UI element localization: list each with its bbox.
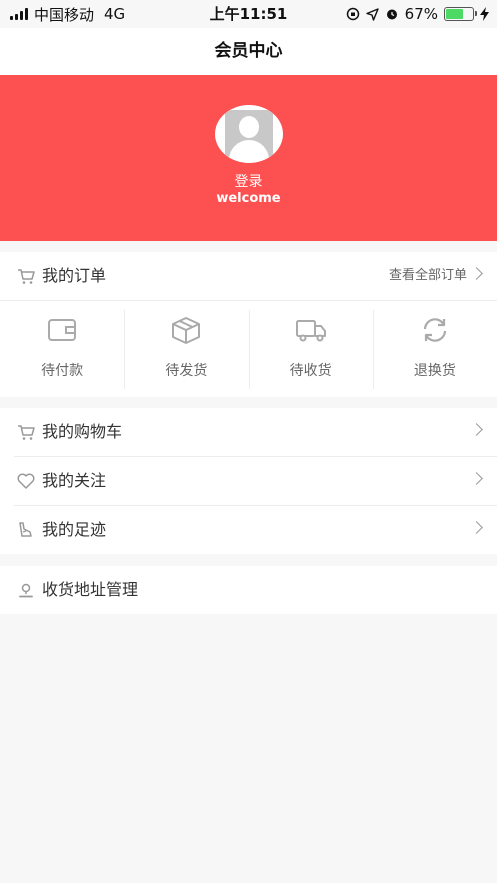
menu-item-follow[interactable]: 我的关注 — [0, 457, 497, 505]
order-status-pending-shipment[interactable]: 待发货 — [124, 302, 248, 397]
welcome-text: welcome — [216, 191, 281, 206]
wallet-icon — [48, 319, 77, 341]
refresh-icon — [423, 318, 446, 342]
profile-banner: 登录 welcome — [0, 75, 497, 241]
battery-percent: 67% — [404, 5, 438, 23]
heart-icon — [17, 473, 35, 489]
location-pin-icon — [19, 583, 33, 598]
battery-icon — [444, 7, 477, 21]
status-label: 退换货 — [413, 363, 456, 379]
status-right: 67% — [346, 0, 489, 28]
footprint-icon — [19, 522, 32, 537]
order-status-grid: 待付款 待发货 待收货 退换货 — [0, 302, 497, 397]
menu-card: 我的购物车 我的关注 我的足迹 — [0, 408, 497, 554]
chevron-right-icon — [470, 472, 483, 485]
status-label: 待收货 — [289, 363, 332, 379]
menu-item-label: 我的关注 — [42, 471, 107, 490]
menu-item-cart[interactable]: 我的购物车 — [0, 408, 497, 456]
nav-bar: 会员中心 — [0, 28, 497, 75]
page-title: 会员中心 — [214, 41, 283, 61]
orders-card: 我的订单 查看全部订单 待付款 待发货 待收货 退换货 — [0, 252, 497, 397]
login-link[interactable]: 登录 — [0, 171, 497, 191]
menu-item-address[interactable]: 收货地址管理 — [0, 566, 497, 614]
package-icon — [172, 317, 201, 344]
cart-icon — [18, 269, 35, 284]
order-status-returns[interactable]: 退换货 — [372, 302, 497, 397]
order-status-pending-receipt[interactable]: 待收货 — [248, 302, 373, 397]
menu-item-label: 我的购物车 — [42, 422, 123, 441]
status-bar: 中国移动 4G 上午11:51 67% — [0, 0, 497, 28]
menu-item-footprints[interactable]: 我的足迹 — [0, 506, 497, 554]
orders-header-row[interactable]: 我的订单 查看全部订单 — [0, 252, 497, 300]
address-card: 收货地址管理 — [0, 566, 497, 614]
divider — [0, 300, 497, 301]
truck-icon — [295, 320, 326, 342]
orders-title: 我的订单 — [42, 266, 107, 285]
avatar[interactable] — [215, 105, 283, 163]
avatar-placeholder-icon — [225, 110, 273, 158]
chevron-right-icon — [470, 521, 483, 534]
status-label: 待付款 — [41, 363, 84, 379]
orientation-lock-icon — [346, 7, 359, 21]
cart-icon — [18, 425, 35, 440]
order-status-pending-payment[interactable]: 待付款 — [0, 302, 124, 397]
chevron-right-icon — [470, 267, 483, 280]
menu-item-label: 我的足迹 — [42, 520, 107, 539]
location-arrow-icon — [365, 7, 379, 21]
chevron-right-icon — [470, 423, 483, 436]
charging-bolt-icon — [480, 7, 489, 21]
view-all-orders-link[interactable]: 查看全部订单 — [389, 252, 467, 300]
menu-item-label: 收货地址管理 — [42, 580, 139, 599]
alarm-icon — [386, 9, 397, 20]
status-label: 待发货 — [165, 363, 208, 379]
